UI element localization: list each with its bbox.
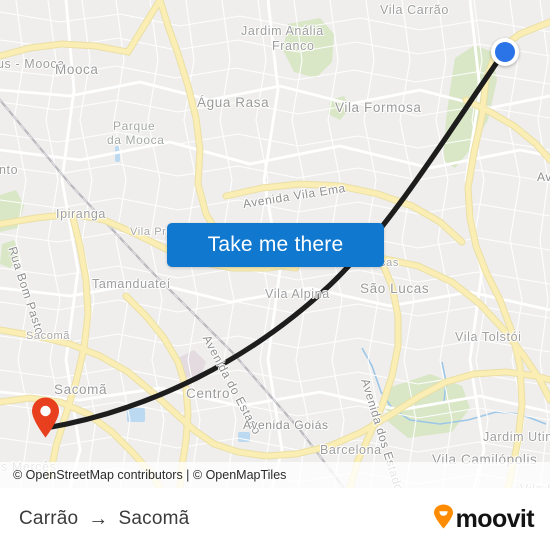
origin-marker-icon[interactable] [491,38,519,66]
take-me-there-button[interactable]: Take me there [167,223,384,267]
moovit-wordmark: moovit [455,504,535,533]
route-summary: Carrão → Sacomã [19,508,189,530]
moovit-logo[interactable]: moovit [433,504,535,534]
route-destination-label: Sacomã [118,508,190,529]
moovit-pin-icon [433,504,454,534]
map-canvas[interactable]: Vila Carrão Jardim Anália Franco us - Mooca… [0,0,550,488]
attribution-text[interactable]: © OpenStreetMap contributors | © OpenMap… [0,468,286,482]
arrow-right-icon: → [88,508,109,530]
map-attribution-bar: © OpenStreetMap contributors | © OpenMap… [0,462,550,488]
destination-marker-icon[interactable] [30,396,61,438]
origin-dot [495,42,515,62]
footer-bar: Carrão → Sacomã moovit [0,488,550,550]
route-origin-label: Carrão [19,508,79,529]
